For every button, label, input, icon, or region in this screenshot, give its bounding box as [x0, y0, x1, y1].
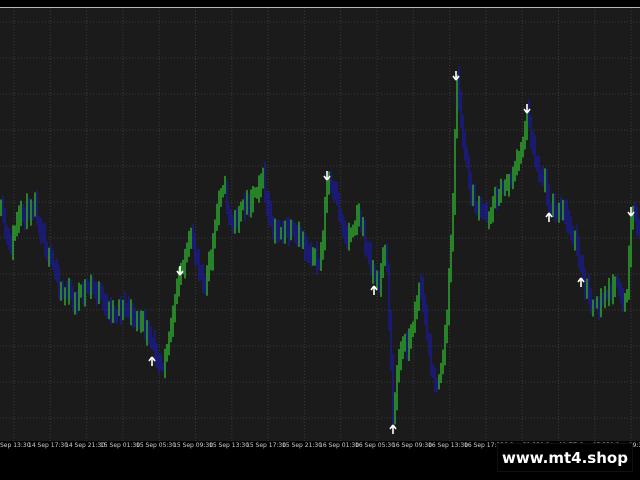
watermark-label: www.mt4.shop: [497, 443, 633, 472]
plot-background: [0, 8, 640, 441]
time-axis-label: 15 Sep 21:30: [282, 442, 323, 449]
time-axis-label: 15 Sep 01:30: [100, 442, 141, 449]
time-axis-label: 14 Sep 17:30: [28, 442, 69, 449]
time-axis-label: 15 Sep 13:30: [209, 442, 250, 449]
time-axis-label: 16 Sep 13:30: [428, 442, 469, 449]
price-chart[interactable]: [0, 0, 640, 441]
time-axis-label: 15 Sep 05:30: [136, 442, 177, 449]
chart-window: Sep 13:30 14 Sep 17:30 14 Sep 21:30 15 Sep …: [0, 0, 640, 480]
time-axis-label: 16 Sep 01:30: [319, 442, 360, 449]
time-axis-label: Sep 13:30: [0, 442, 31, 449]
time-axis-label: 15 Sep 09:30: [173, 442, 214, 449]
time-axis-label: 15 Sep 17:30: [246, 442, 287, 449]
time-axis-label: 16 Sep 05:30: [355, 442, 396, 449]
time-axis-label: 16 Sep 09:30: [392, 442, 433, 449]
